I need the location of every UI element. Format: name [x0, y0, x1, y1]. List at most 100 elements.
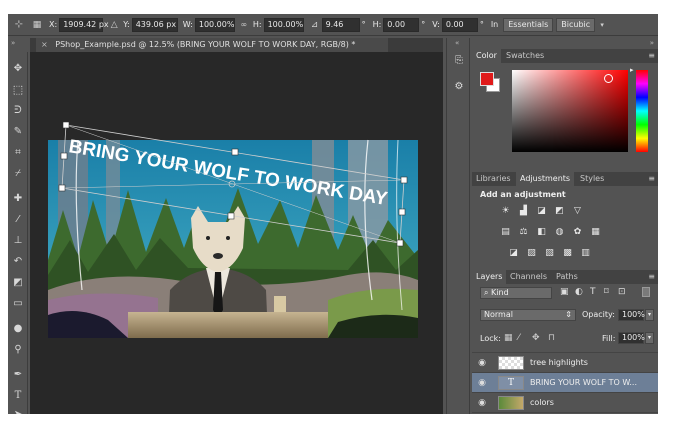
layer-row[interactable]: ◉ shadows — [472, 413, 658, 414]
threshold-icon[interactable]: ▧ — [544, 248, 555, 258]
brush-tool-icon[interactable]: ⁄ — [11, 213, 25, 227]
tab-layers[interactable]: Layers — [472, 270, 507, 284]
invert-icon[interactable]: ◪ — [508, 248, 519, 258]
gradient-map-icon[interactable]: ▥ — [580, 248, 591, 258]
type-tool-icon[interactable]: T — [11, 389, 25, 403]
clone-stamp-tool-icon[interactable]: ⊥ — [11, 234, 25, 248]
visibility-eye-icon[interactable]: ◉ — [476, 377, 488, 389]
expand-panels-icon[interactable]: « — [455, 39, 459, 47]
tab-channels[interactable]: Channels — [506, 270, 551, 284]
layer-row[interactable]: ◉ colors — [472, 393, 658, 413]
transform-handle[interactable] — [231, 148, 239, 156]
transform-handle[interactable] — [400, 176, 408, 184]
color-balance-icon[interactable]: ⚖ — [518, 227, 529, 237]
marquee-tool-icon[interactable]: ⬚ — [11, 83, 25, 97]
dodge-tool-icon[interactable]: ⚲ — [11, 343, 25, 357]
move-tool-icon[interactable]: ⊹ — [12, 18, 26, 32]
delta-icon[interactable]: △ — [107, 18, 121, 32]
vibrance-icon[interactable]: ▽ — [572, 206, 583, 216]
color-lookup-icon[interactable]: ▦ — [590, 227, 601, 237]
posterize-icon[interactable]: ▨ — [526, 248, 537, 258]
eyedropper-tool-icon[interactable]: ⌿ — [11, 167, 25, 181]
hue-saturation-icon[interactable]: ▤ — [500, 227, 511, 237]
brightness-contrast-icon[interactable]: ☀ — [500, 206, 511, 216]
lock-all-icon[interactable]: ⊓ — [548, 333, 555, 343]
filter-toggle-icon[interactable] — [642, 287, 650, 297]
panel-menu-icon[interactable]: ≡ — [648, 172, 655, 186]
exposure-icon[interactable]: ◩ — [554, 206, 565, 216]
healing-brush-tool-icon[interactable]: ✚ — [11, 192, 25, 206]
properties-panel-icon[interactable]: ⚙ — [452, 80, 466, 94]
lasso-tool-icon[interactable]: ᕭ — [11, 104, 25, 118]
panel-menu-icon[interactable]: ≡ — [648, 270, 655, 284]
tab-swatches[interactable]: Swatches — [502, 49, 548, 63]
type-filter-icon[interactable]: T — [590, 287, 596, 297]
gradient-tool-icon[interactable]: ▭ — [11, 297, 25, 311]
layer-row[interactable]: ◉ tree highlights — [472, 353, 658, 373]
canvas-area[interactable]: BRING YOUR WOLF TO WORK DAY — [30, 52, 443, 414]
opacity-slider-button[interactable]: ▾ — [645, 309, 654, 321]
color-picker-field[interactable] — [512, 70, 628, 152]
hue-slider-arrow[interactable]: ▸ — [630, 66, 634, 74]
channel-mixer-icon[interactable]: ✿ — [572, 227, 583, 237]
transform-handle[interactable] — [58, 184, 66, 192]
panel-menu-icon[interactable]: ≡ — [648, 49, 655, 63]
adjustment-filter-icon[interactable]: ◐ — [575, 287, 583, 297]
link-icon[interactable]: ∞ — [237, 18, 251, 32]
y-field[interactable]: 439.06 px — [131, 17, 178, 32]
curves-icon[interactable]: ◪ — [536, 206, 547, 216]
smart-object-filter-icon[interactable]: ⊡ — [618, 287, 626, 297]
color-picker-cursor[interactable] — [604, 74, 613, 83]
tab-adjustments[interactable]: Adjustments — [516, 172, 575, 186]
fill-slider-button[interactable]: ▾ — [645, 332, 654, 344]
pixel-filter-icon[interactable]: ▣ — [560, 287, 569, 297]
collapse-toolbar-icon[interactable]: » — [11, 39, 15, 47]
x-field[interactable]: 1909.42 px — [59, 17, 109, 32]
tab-color[interactable]: Color — [472, 49, 501, 63]
eraser-tool-icon[interactable]: ◩ — [11, 276, 25, 290]
selective-color-icon[interactable]: ▩ — [562, 248, 573, 258]
angle-field[interactable]: 9.46 — [321, 17, 360, 32]
interpolation-dropdown[interactable]: Bicubic — [556, 17, 596, 32]
vskew-field[interactable]: 0.00 — [441, 17, 478, 32]
history-panel-icon[interactable]: ⎘ — [452, 54, 466, 68]
hue-slider[interactable] — [636, 70, 648, 152]
layer-row-selected[interactable]: ◉ T BRING YOUR WOLF TO W... — [472, 373, 658, 393]
transform-handle[interactable] — [62, 121, 70, 129]
quick-selection-tool-icon[interactable]: ✎ — [11, 125, 25, 139]
layer-filter-dropdown[interactable]: ⌕ Kind — [480, 287, 552, 299]
transform-handle[interactable] — [227, 212, 235, 220]
blur-tool-icon[interactable]: ● — [11, 322, 25, 336]
blend-mode-dropdown[interactable]: Normal ⇕ — [480, 309, 576, 321]
crop-tool-icon[interactable]: ⌗ — [11, 146, 25, 160]
chevron-down-icon[interactable]: ▾ — [595, 18, 609, 32]
move-tool-icon[interactable]: ✥ — [11, 62, 25, 76]
tab-paths[interactable]: Paths — [552, 270, 582, 284]
transform-handle[interactable] — [60, 152, 68, 160]
levels-icon[interactable]: ▟ — [518, 206, 529, 216]
visibility-eye-icon[interactable]: ◉ — [476, 357, 488, 369]
workspace-selector[interactable]: Essentials — [503, 17, 554, 32]
document-tab[interactable]: × PShop_Example.psd @ 12.5% (BRING YOUR … — [36, 38, 388, 52]
opacity-field[interactable]: 100% — [618, 309, 645, 321]
photo-filter-icon[interactable]: ◍ — [554, 227, 565, 237]
path-selection-tool-icon[interactable]: ➤ — [11, 408, 25, 414]
lock-image-icon[interactable]: ⁄ — [518, 333, 520, 343]
shape-filter-icon[interactable]: ⌑ — [604, 287, 609, 297]
close-tab-icon[interactable]: × — [41, 40, 48, 49]
tab-styles[interactable]: Styles — [576, 172, 608, 186]
history-brush-tool-icon[interactable]: ↶ — [11, 255, 25, 269]
lock-transparent-icon[interactable]: ▦ — [504, 333, 513, 343]
hskew-field[interactable]: 0.00 — [383, 17, 420, 32]
fill-field[interactable]: 100% — [618, 332, 645, 344]
transform-handle[interactable] — [398, 208, 406, 216]
visibility-eye-icon[interactable]: ◉ — [476, 397, 488, 409]
black-white-icon[interactable]: ◧ — [536, 227, 547, 237]
collapse-panels-icon[interactable]: » — [650, 39, 654, 47]
document-canvas[interactable]: BRING YOUR WOLF TO WORK DAY — [48, 121, 418, 338]
width-field[interactable]: 100.00% — [194, 17, 235, 32]
pen-tool-icon[interactable]: ✒ — [11, 368, 25, 382]
height-field[interactable]: 100.00% — [263, 17, 304, 32]
lock-position-icon[interactable]: ✥ — [532, 333, 540, 343]
transform-handle[interactable] — [396, 239, 404, 247]
